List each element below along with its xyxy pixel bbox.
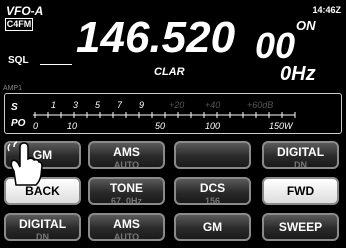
sweep-button[interactable]: SWEEP [262,213,339,241]
po-label: PO [11,118,26,129]
digital-label: DIGITAL [276,145,325,159]
clar-value: 0Hz [280,63,316,85]
clar-label: CLAR [154,66,185,78]
tone-button[interactable]: TONE 67. 0Hz [88,177,165,205]
tone-label: TONE [109,181,144,195]
clock: 14:46Z [312,5,341,15]
fwd-button[interactable]: FWD [262,177,339,205]
s-tick-label: 1 [51,100,56,110]
s-tick-label: 9 [139,100,144,110]
po-tick-label: 150W [269,121,294,131]
s-tick-label: +60dB [247,100,273,110]
blank-button[interactable] [174,141,251,169]
s-tick-label: 3 [73,100,78,110]
dcs-sub: 156 [204,196,221,205]
s-tick-label: +20 [169,100,184,110]
s-po-meter: S PO 1 3 5 7 9 +20 +40 +60dB 0 10 50 100 150W [4,93,342,134]
s-tick-label: +40 [205,100,220,110]
frequency-sub[interactable]: 00 [255,28,295,64]
tone-sub: 67. 0Hz [110,196,143,205]
dcs-button[interactable]: DCS 156 [174,177,251,205]
po-tick-label: 50 [155,121,165,131]
sweep-label: SWEEP [278,220,323,234]
ams-2-label: AMS [113,217,140,231]
digital-button[interactable]: DIGITAL DN [262,141,339,169]
ams-label: AMS [113,145,140,159]
digital-2-sub: DN [36,232,49,241]
memory-tag: C4FM [5,18,33,31]
meter-scale: S PO 1 3 5 7 9 +20 +40 +60dB 0 10 50 100 150W [11,100,296,131]
touch-hand-icon [7,141,43,186]
ams-button[interactable]: AMS AUTO [88,141,165,169]
ams-2-sub: AUTO [113,232,140,241]
ams-2-button[interactable]: AMS AUTO [88,213,165,241]
sql-label: SQL [8,55,29,66]
digital-2-label: DIGITAL [18,217,67,231]
gm-2-button[interactable]: GM [174,213,251,241]
ams-sub: AUTO [113,160,140,169]
sql-indicator [40,64,72,65]
po-tick-label: 0 [33,121,38,131]
po-tick-label: 100 [205,121,220,131]
gm-2-label: GM [202,220,223,234]
mode-label: ON [296,18,316,33]
fwd-label: FWD [286,184,315,198]
po-tick-label: 10 [67,121,77,131]
s-tick-label: 7 [117,100,123,110]
vfo-label: VFO-A [6,4,44,18]
frequency-main[interactable]: 146.520 [76,16,235,60]
amp-label: AMP1 [3,85,23,92]
digital-2-button[interactable]: DIGITAL DN [4,213,81,241]
dcs-label: DCS [199,181,226,195]
s-label: S [11,102,18,113]
s-tick-label: 5 [95,100,101,110]
digital-sub: DN [294,160,307,169]
